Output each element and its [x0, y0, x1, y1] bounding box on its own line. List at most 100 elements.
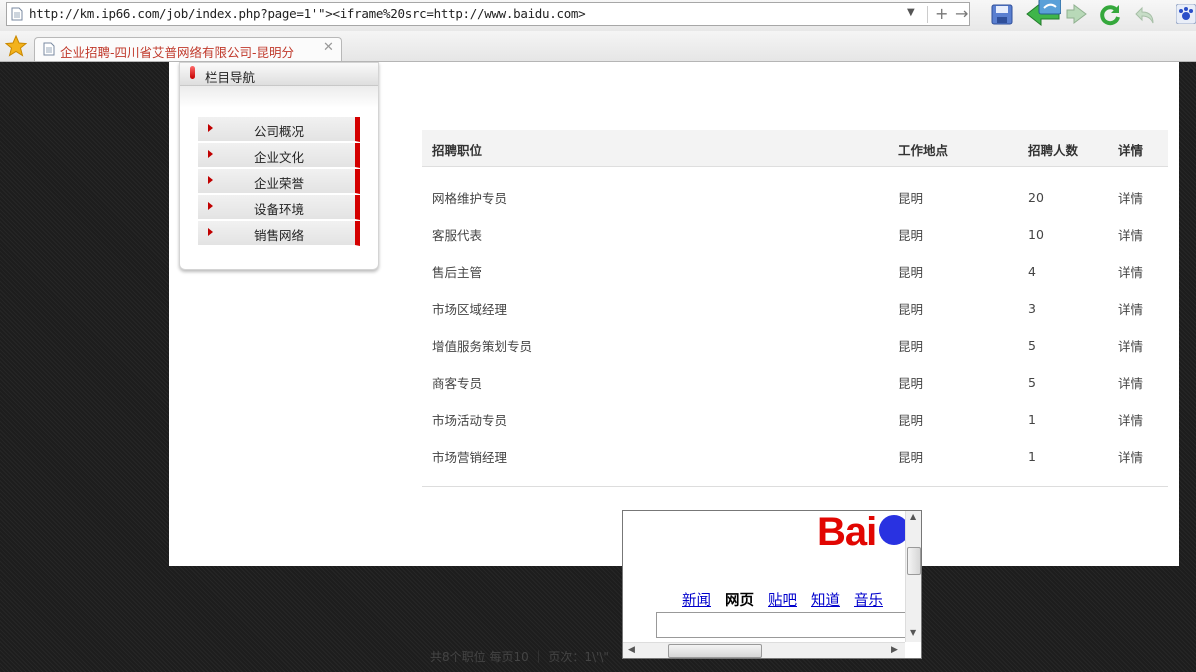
job-count: 10 [1028, 227, 1044, 242]
table-row: 市场营销经理 昆明 1 详情 [422, 439, 1168, 476]
job-table: 招聘职位 工作地点 招聘人数 详情 网格维护专员 昆明 20 详情 客服代表 昆… [422, 130, 1168, 487]
sidebar-item-culture[interactable]: 企业文化 [198, 143, 360, 168]
column-header-count: 招聘人数 [1028, 143, 1079, 158]
job-location: 昆明 [898, 376, 924, 391]
scroll-right-icon[interactable]: ▶ [891, 645, 898, 655]
sidebar-item-label[interactable]: 销售网络 [254, 225, 304, 244]
column-navigation: 栏目导航 公司概况 企业文化 企业荣誉 设备环境 销售网络 [179, 62, 379, 270]
baidu-nav: 新闻 网页 贴吧 知道 音乐 [682, 589, 897, 610]
job-count: 3 [1028, 301, 1036, 316]
tab-title: 企业招聘-四川省艾普网络有限公司-昆明分 [60, 45, 295, 60]
job-count: 1 [1028, 412, 1036, 427]
vertical-scrollbar[interactable]: ▲ ▼ [905, 511, 921, 642]
page-viewport: 栏目导航 公司概况 企业文化 企业荣誉 设备环境 销售网络 招聘职位 工作地点 … [0, 62, 1196, 672]
scroll-down-icon[interactable]: ▼ [910, 628, 916, 637]
table-row: 增值服务策划专员 昆明 5 详情 [422, 328, 1168, 365]
refresh-icon[interactable] [1098, 3, 1122, 30]
job-count: 5 [1028, 338, 1036, 353]
url-text[interactable]: http://km.ip66.com/job/index.php?page=1'… [29, 6, 586, 21]
table-row: 客服代表 昆明 10 详情 [422, 217, 1168, 254]
tab-bar: 企业招聘-四川省艾普网络有限公司-昆明分 ✕ [0, 31, 1196, 62]
red-marker-icon [190, 66, 195, 79]
scroll-thumb[interactable] [668, 644, 762, 658]
go-arrow-icon[interactable]: → [955, 4, 968, 23]
scroll-up-icon[interactable]: ▲ [910, 512, 916, 521]
sidebar-item-company-overview[interactable]: 公司概况 [198, 117, 360, 142]
column-header-detail: 详情 [1118, 143, 1144, 158]
table-row: 商客专员 昆明 5 详情 [422, 365, 1168, 402]
job-title-link[interactable]: 市场活动专员 [432, 410, 507, 429]
sidebar-item-label[interactable]: 企业文化 [254, 147, 304, 166]
job-detail-link[interactable]: 详情 [1118, 373, 1143, 392]
sidebar-item-label[interactable]: 公司概况 [254, 121, 304, 140]
nav-web-active: 网页 [725, 593, 754, 609]
table-row: 市场活动专员 昆明 1 详情 [422, 402, 1168, 439]
job-detail-link[interactable]: 详情 [1118, 336, 1143, 355]
job-title-link[interactable]: 商客专员 [432, 373, 482, 392]
sidebar-item-label[interactable]: 设备环境 [254, 199, 304, 218]
job-count: 5 [1028, 375, 1036, 390]
job-title-link[interactable]: 市场营销经理 [432, 447, 507, 466]
job-title-link[interactable]: 增值服务策划专员 [432, 336, 532, 355]
job-location: 昆明 [898, 228, 924, 243]
column-header-position: 招聘职位 [432, 143, 483, 158]
paw-icon[interactable] [1175, 3, 1196, 27]
job-table-header: 招聘职位 工作地点 招聘人数 详情 [422, 130, 1168, 167]
favorite-star-icon[interactable] [4, 34, 28, 60]
scroll-left-icon[interactable]: ◀ [628, 645, 635, 655]
sidebar-item-sales-network[interactable]: 销售网络 [198, 221, 360, 246]
sidebar-item-label[interactable]: 企业荣誉 [254, 173, 304, 192]
job-location: 昆明 [898, 265, 924, 280]
horizontal-scrollbar[interactable]: ◀ ▶ [623, 642, 905, 658]
job-title-link[interactable]: 售后主管 [432, 262, 482, 281]
nav-news-link[interactable]: 新闻 [682, 593, 711, 609]
back-icon[interactable] [1025, 0, 1062, 32]
table-row: 网格维护专员 昆明 20 详情 [422, 180, 1168, 217]
nav-music-link[interactable]: 音乐 [854, 593, 883, 609]
add-icon[interactable]: + [935, 4, 948, 23]
nav-zhidao-link[interactable]: 知道 [811, 593, 840, 609]
close-tab-icon[interactable]: ✕ [323, 40, 334, 55]
save-icon[interactable] [990, 2, 1014, 29]
job-title-link[interactable]: 网格维护专员 [432, 188, 507, 207]
job-detail-link[interactable]: 详情 [1118, 262, 1143, 281]
sidebar-item-equipment[interactable]: 设备环境 [198, 195, 360, 220]
job-count: 20 [1028, 190, 1044, 205]
column-header-location: 工作地点 [898, 143, 949, 158]
baidu-logo[interactable]: Bai [817, 511, 877, 555]
page-icon [43, 42, 55, 59]
job-count: 4 [1028, 264, 1036, 279]
tab-current[interactable]: 企业招聘-四川省艾普网络有限公司-昆明分 ✕ [34, 37, 342, 61]
job-table-body: 网格维护专员 昆明 20 详情 客服代表 昆明 10 详情 售后主管 昆明 4 … [422, 167, 1168, 476]
address-bar[interactable]: http://km.ip66.com/job/index.php?page=1'… [6, 2, 970, 26]
job-detail-link[interactable]: 详情 [1118, 188, 1143, 207]
page-content: 栏目导航 公司概况 企业文化 企业荣誉 设备环境 销售网络 招聘职位 工作地点 … [169, 62, 1179, 566]
sidebar-item-honors[interactable]: 企业荣誉 [198, 169, 360, 194]
browser-toolbar: http://km.ip66.com/job/index.php?page=1'… [0, 0, 1196, 32]
scroll-thumb[interactable] [907, 547, 921, 575]
search-input[interactable] [656, 612, 906, 638]
injected-iframe[interactable]: Bai 新闻 网页 贴吧 知道 音乐 ▲ ▼ ◀ ▶ [622, 510, 922, 659]
divider [927, 6, 928, 23]
table-row: 售后主管 昆明 4 详情 [422, 254, 1168, 291]
pager-text: 共8个职位 每页10 ｜ 页次：1\'\" [430, 650, 609, 664]
arrow-right-icon [208, 228, 213, 236]
job-title-link[interactable]: 客服代表 [432, 225, 482, 244]
job-detail-link[interactable]: 详情 [1118, 447, 1143, 466]
table-row: 市场区域经理 昆明 3 详情 [422, 291, 1168, 328]
nav-tieba-link[interactable]: 贴吧 [768, 593, 797, 609]
job-detail-link[interactable]: 详情 [1118, 225, 1143, 244]
table-divider [422, 486, 1168, 487]
job-location: 昆明 [898, 413, 924, 428]
job-count: 1 [1028, 449, 1036, 464]
dropdown-arrow-icon[interactable]: ▼ [907, 7, 915, 18]
arrow-right-icon [208, 202, 213, 210]
forward-icon[interactable] [1066, 1, 1088, 30]
job-location: 昆明 [898, 450, 924, 465]
job-detail-link[interactable]: 详情 [1118, 410, 1143, 429]
job-detail-link[interactable]: 详情 [1118, 299, 1143, 318]
job-location: 昆明 [898, 191, 924, 206]
job-title-link[interactable]: 市场区域经理 [432, 299, 507, 318]
column-navigation-header: 栏目导航 [180, 63, 378, 86]
undo-icon[interactable] [1134, 4, 1158, 29]
